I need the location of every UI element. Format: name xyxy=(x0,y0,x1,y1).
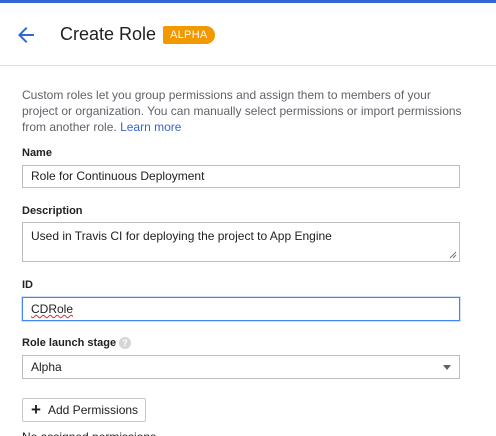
launch-stage-label: Role launch stage xyxy=(22,337,117,349)
page-title: Create Role xyxy=(60,24,157,44)
arrow-left-icon xyxy=(18,27,34,43)
launch-stage-select[interactable]: Alpha xyxy=(22,355,460,379)
resize-handle-icon[interactable] xyxy=(449,251,457,259)
description-label: Description xyxy=(22,205,83,217)
back-button[interactable] xyxy=(14,23,38,47)
intro-text: Custom roles let you group permissions a… xyxy=(22,88,462,134)
name-value: Role for Continuous Deployment xyxy=(31,169,205,183)
description-value: Used in Travis CI for deploying the proj… xyxy=(31,229,332,243)
launch-stage-value: Alpha xyxy=(31,360,62,374)
name-input[interactable]: Role for Continuous Deployment xyxy=(22,165,460,188)
permissions-status-text: No assigned permissions xyxy=(22,430,156,436)
add-permissions-label: Add Permissions xyxy=(48,403,139,417)
name-label: Name xyxy=(22,147,52,159)
plus-icon: + xyxy=(31,400,41,419)
id-value: CDRole xyxy=(31,302,74,316)
description-textarea[interactable]: Used in Travis CI for deploying the proj… xyxy=(22,222,460,262)
id-input[interactable]: CDRole xyxy=(22,297,460,321)
learn-more-link[interactable]: Learn more xyxy=(120,120,181,134)
alpha-badge: ALPHA xyxy=(163,26,215,44)
caret-down-icon xyxy=(443,365,451,370)
page-header: Create Role ALPHA xyxy=(0,3,496,66)
help-icon[interactable]: ? xyxy=(119,337,131,349)
intro-description: Custom roles let you group permissions a… xyxy=(22,87,462,135)
add-permissions-button[interactable]: + Add Permissions xyxy=(22,398,146,422)
id-label: ID xyxy=(22,279,33,291)
